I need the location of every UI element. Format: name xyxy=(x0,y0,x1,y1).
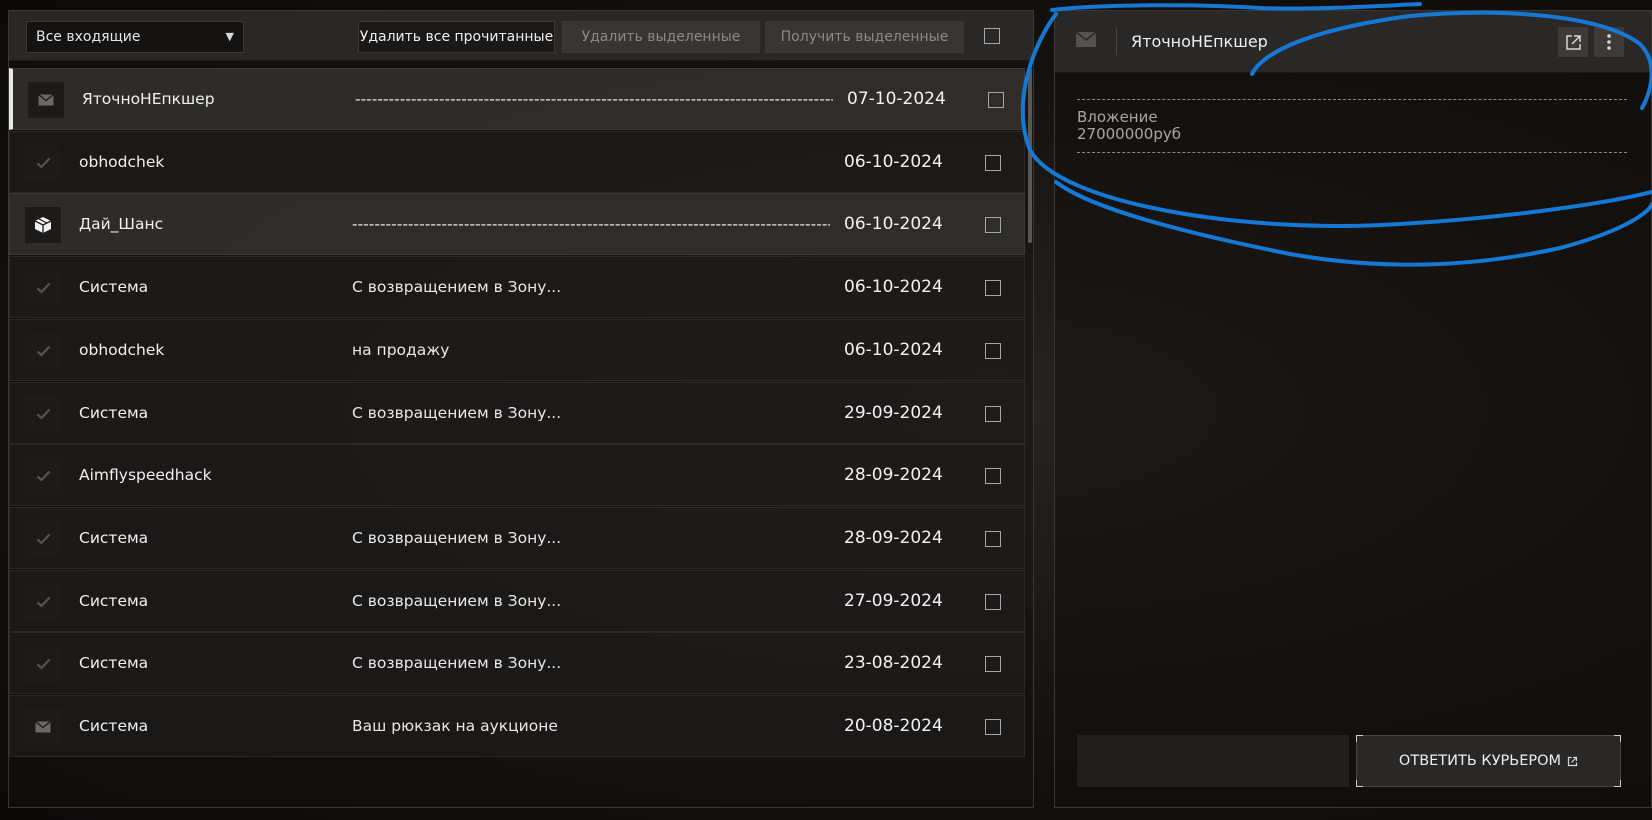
message-sender: Система xyxy=(79,403,149,422)
message-checkbox[interactable] xyxy=(985,593,1001,610)
message-checkbox[interactable] xyxy=(985,217,1001,234)
inbox-toolbar: Все входящие ▼ Удалить все прочитанные У… xyxy=(9,11,1033,61)
kebab-menu-icon xyxy=(1607,34,1611,50)
check-icon xyxy=(25,144,61,181)
delete-read-button[interactable]: Удалить все прочитанные xyxy=(358,21,555,53)
message-date: 29-09-2024 xyxy=(844,402,943,423)
message-checkbox[interactable] xyxy=(988,92,1004,108)
message-checkbox[interactable] xyxy=(985,530,1001,547)
message-sender: obhodchek xyxy=(79,152,165,171)
check-icon xyxy=(25,520,61,557)
message-date: 28-09-2024 xyxy=(844,527,943,548)
message-subject: С возвращением в Зону... xyxy=(352,278,562,297)
message-row[interactable]: obhodchek 06-10-2024 xyxy=(9,130,1025,193)
message-date: 28-09-2024 xyxy=(844,465,943,486)
more-options-button[interactable] xyxy=(1594,27,1624,57)
message-row[interactable]: Aimflyspeedhack 28-09-2024 xyxy=(9,444,1025,507)
reply-courier-label: ОТВЕТИТЬ КУРЬЕРОМ xyxy=(1398,753,1562,769)
folder-select-value: Все входящие xyxy=(36,29,141,45)
message-subject: ----------------------------------------… xyxy=(352,215,830,234)
list-scrollbar[interactable] xyxy=(1028,68,1032,243)
message-sender: Система xyxy=(79,528,149,547)
message-subject: С возвращением в Зону... xyxy=(352,403,562,422)
message-body: Вложение 27000000руб xyxy=(1077,99,1627,153)
message-checkbox[interactable] xyxy=(985,656,1001,673)
message-date: 07-10-2024 xyxy=(847,89,946,109)
body-divider-bottom xyxy=(1077,152,1627,153)
viewer-header: ЯточноНЕпкшер xyxy=(1055,11,1651,73)
message-row[interactable]: ЯточноНЕпкшер ---------------------------… xyxy=(9,68,1025,130)
button-corner xyxy=(1356,780,1363,787)
message-row[interactable]: Система С возвращением в Зону... 23-08-202… xyxy=(9,632,1025,695)
envelope-icon xyxy=(1075,31,1097,52)
message-checkbox[interactable] xyxy=(985,405,1001,422)
message-sender: Система xyxy=(79,278,149,297)
message-row[interactable]: Система С возвращением в Зону... 28-09-202… xyxy=(9,506,1025,569)
external-link-icon xyxy=(1567,756,1578,766)
inbox-panel: Все входящие ▼ Удалить все прочитанные У… xyxy=(8,10,1034,808)
package-icon xyxy=(25,207,61,244)
message-subject: С возвращением в Зону... xyxy=(352,528,562,547)
folder-select[interactable]: Все входящие ▼ xyxy=(26,21,244,53)
message-subject: Ваш рюкзак на аукционе xyxy=(352,717,558,735)
check-icon xyxy=(25,583,61,620)
message-date: 27-09-2024 xyxy=(844,590,943,611)
reply-courier-button[interactable]: ОТВЕТИТЬ КУРЬЕРОМ xyxy=(1356,735,1621,787)
message-sender: Дай_Шанс xyxy=(79,215,164,234)
open-external-button[interactable] xyxy=(1558,27,1588,57)
viewer-title: ЯточноНЕпкшер xyxy=(1131,32,1268,51)
message-row[interactable]: Дай_Шанс --------------------------------… xyxy=(9,193,1025,256)
message-row[interactable]: Система С возвращением в Зону... 06-10-202… xyxy=(9,256,1025,319)
delete-selected-button[interactable]: Удалить выделенные xyxy=(562,21,760,53)
message-date: 06-10-2024 xyxy=(844,277,943,298)
message-date: 06-10-2024 xyxy=(844,214,943,235)
chevron-down-icon: ▼ xyxy=(225,30,234,43)
message-sender: Система xyxy=(79,654,149,673)
message-checkbox[interactable] xyxy=(985,468,1001,485)
message-row[interactable]: Система С возвращением в Зону... 29-09-202… xyxy=(9,381,1025,444)
check-icon xyxy=(25,332,61,369)
message-checkbox[interactable] xyxy=(985,280,1001,297)
check-icon xyxy=(25,395,61,432)
attachment-label: Вложение xyxy=(1077,108,1158,126)
message-date: 20-08-2024 xyxy=(844,716,943,736)
check-icon xyxy=(25,646,61,683)
header-divider xyxy=(1116,29,1117,55)
receive-selected-button[interactable]: Получить выделенные xyxy=(765,21,964,53)
message-row[interactable]: Система Ваш рюкзак на аукционе 20-08-2024 xyxy=(9,695,1025,757)
envelope-icon xyxy=(25,709,61,745)
message-checkbox[interactable] xyxy=(985,342,1001,359)
message-subject: ----------------------------------------… xyxy=(355,90,833,108)
check-icon xyxy=(25,458,61,495)
message-row[interactable]: obhodchek на продажу 06-10-2024 xyxy=(9,318,1025,381)
message-date: 06-10-2024 xyxy=(844,339,943,360)
button-corner xyxy=(1614,780,1621,787)
button-corner xyxy=(1614,735,1621,742)
external-link-icon xyxy=(1565,34,1581,50)
message-viewer: ЯточноНЕпкшер Вложение 27000000руб ОТВЕТ… xyxy=(1054,10,1652,808)
attachment-value: 27000000руб xyxy=(1077,125,1181,143)
message-sender: Aimflyspeedhack xyxy=(79,466,212,485)
message-checkbox[interactable] xyxy=(985,154,1001,171)
button-corner xyxy=(1356,735,1363,742)
message-sender: Система xyxy=(79,717,149,735)
check-icon xyxy=(25,270,61,307)
message-sender: obhodchek xyxy=(79,340,165,359)
message-sender: Система xyxy=(79,591,149,610)
message-checkbox[interactable] xyxy=(985,719,1001,735)
message-subject: С возвращением в Зону... xyxy=(352,591,562,610)
message-date: 23-08-2024 xyxy=(844,653,943,674)
message-subject: на продажу xyxy=(352,340,450,359)
message-sender: ЯточноНЕпкшер xyxy=(82,90,215,108)
envelope-icon xyxy=(28,82,64,118)
select-all-checkbox[interactable] xyxy=(984,28,1000,44)
message-row[interactable]: Система С возвращением в Зону... 27-09-202… xyxy=(9,569,1025,632)
message-subject: С возвращением в Зону... xyxy=(352,654,562,673)
message-date: 06-10-2024 xyxy=(844,151,943,172)
reply-input[interactable] xyxy=(1077,735,1349,787)
